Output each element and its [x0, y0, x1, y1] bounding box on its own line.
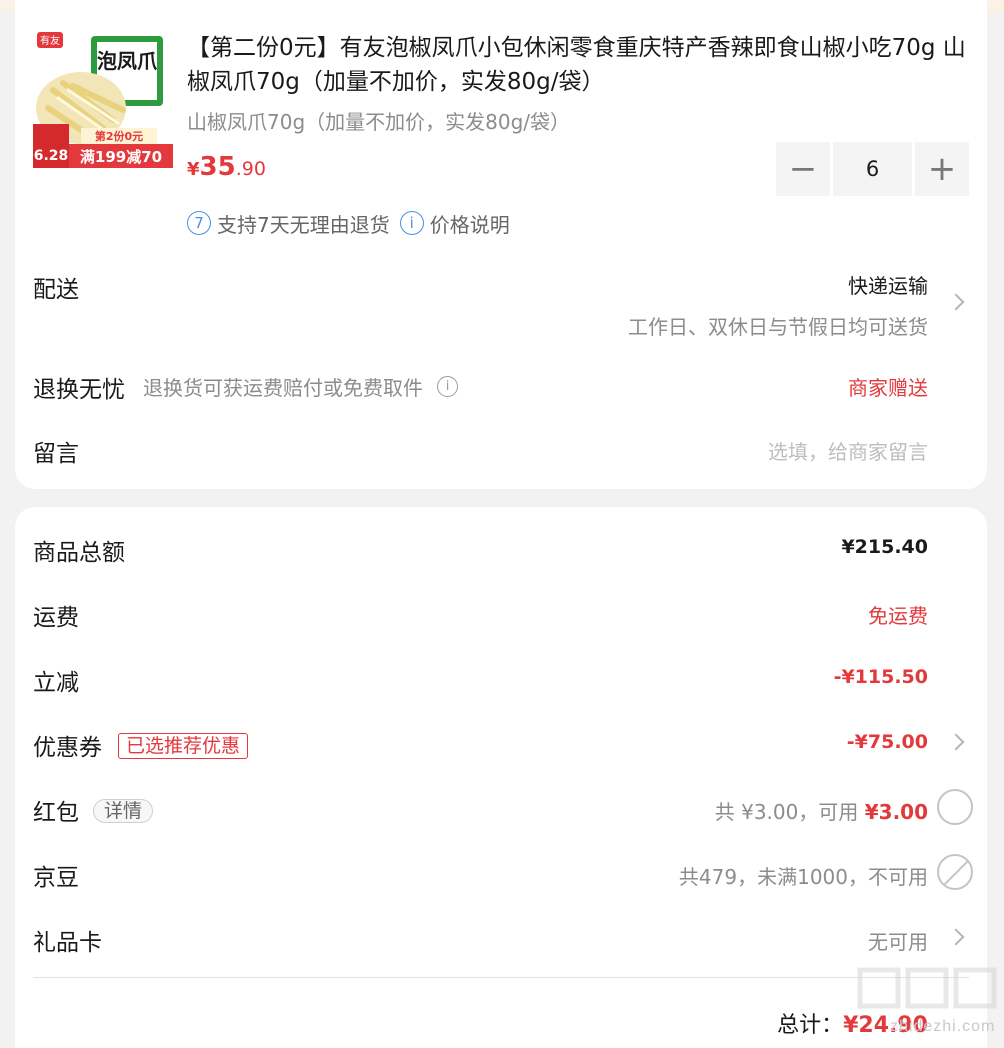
product-sku[interactable]: 山椒凤爪70g（加量不加价，实发80g/袋） [187, 106, 570, 135]
redpacket-label: 红包 详情 [33, 793, 154, 827]
redpacket-prefix: 共 ¥3.00，可用 [714, 800, 865, 824]
seven-day-return-icon: 7 [187, 211, 211, 235]
return-value: 商家赠送 [848, 376, 928, 400]
shipping-value: 免运费 [868, 604, 928, 628]
watermark-text: zhidezhi.com [890, 1018, 996, 1035]
discount-value: -¥115.50 [833, 666, 928, 688]
redpacket-available: ¥3.00 [864, 800, 928, 824]
giftcard-label: 礼品卡 [33, 930, 102, 956]
redpacket-label-text: 红包 [33, 800, 79, 826]
product-title[interactable]: 【第二份0元】有友泡椒凤爪小包休闲零食重庆特产香辣即食山椒小吃70g 山椒凤爪7… [187, 31, 977, 99]
return-info-icon[interactable]: i [437, 376, 458, 397]
price-decimal: .90 [235, 158, 266, 180]
return-hint-text: 退换货可获运费赔付或免费取件 [143, 376, 423, 400]
return-label: 退换无忧 [33, 377, 125, 403]
product-price: ¥35.90 [187, 152, 266, 182]
delivery-chevron-icon[interactable] [947, 293, 965, 311]
decrease-quantity-button[interactable]: − [776, 142, 830, 196]
price-integer: 35 [199, 152, 236, 182]
image-badge2-text: 满199减70 [80, 148, 162, 166]
delivery-method[interactable]: 快递运输 [848, 270, 928, 299]
redpacket-detail-button[interactable]: 详情 [93, 799, 154, 823]
price-explanation-link[interactable]: 价格说明 [430, 209, 510, 238]
shipping-label: 运费 [33, 605, 79, 631]
delivery-detail[interactable]: 工作日、双休日与节假日均可送货 [628, 311, 928, 340]
goods-total-label: 商品总额 [33, 540, 125, 566]
jingdou-value: 共479，未满1000，不可用 [678, 865, 928, 889]
message-input[interactable]: 选填，给商家留言 [768, 436, 928, 465]
goods-total-value: ¥215.40 [841, 536, 928, 558]
image-badge1-text: 第2份0元 [95, 129, 143, 143]
product-image[interactable]: 泡凤爪 有友 第2份0元 6.28 满199减70 [33, 28, 173, 168]
jingdou-label: 京豆 [33, 865, 79, 891]
quantity-stepper: − 6 + [776, 142, 969, 196]
image-brand-text: 有友 [40, 34, 60, 47]
coupon-value[interactable]: -¥75.00 [847, 731, 928, 753]
redpacket-radio[interactable] [937, 789, 973, 825]
giftcard-chevron-icon[interactable] [947, 928, 965, 946]
info-icon: i [399, 211, 424, 235]
increase-quantity-button[interactable]: + [915, 142, 969, 196]
jingdou-disabled-icon [937, 854, 973, 890]
image-date-text: 6.28 [34, 148, 69, 164]
message-label: 留言 [33, 441, 79, 467]
coupon-chevron-icon[interactable] [947, 733, 965, 751]
price-currency: ¥ [187, 159, 200, 180]
total-label: 总计： [777, 1013, 844, 1038]
product-card: 泡凤爪 有友 第2份0元 6.28 满199减70 【第二份0元】有友泡椒凤爪小… [15, 0, 987, 489]
coupon-label: 优惠券 已选推荐优惠 [33, 728, 249, 762]
coupon-tag: 已选推荐优惠 [118, 733, 249, 759]
coupon-label-text: 优惠券 [33, 735, 102, 761]
order-summary-card: 商品总额 ¥215.40 运费 免运费 立减 -¥115.50 优惠券 已选推荐优… [15, 507, 987, 1048]
delivery-label: 配送 [33, 277, 79, 303]
seven-day-return-text[interactable]: 支持7天无理由退货 [217, 209, 390, 238]
service-info: 7 支持7天无理由退货 i 价格说明 [187, 208, 510, 238]
return-hint: 退换货可获运费赔付或免费取件 i [143, 372, 458, 401]
quantity-value[interactable]: 6 [833, 142, 912, 196]
giftcard-value[interactable]: 无可用 [868, 926, 928, 955]
discount-label: 立减 [33, 670, 79, 696]
redpacket-value: 共 ¥3.00，可用 ¥3.00 [715, 796, 928, 825]
image-package-text: 泡凤爪 [97, 49, 158, 73]
summary-divider [33, 977, 969, 978]
